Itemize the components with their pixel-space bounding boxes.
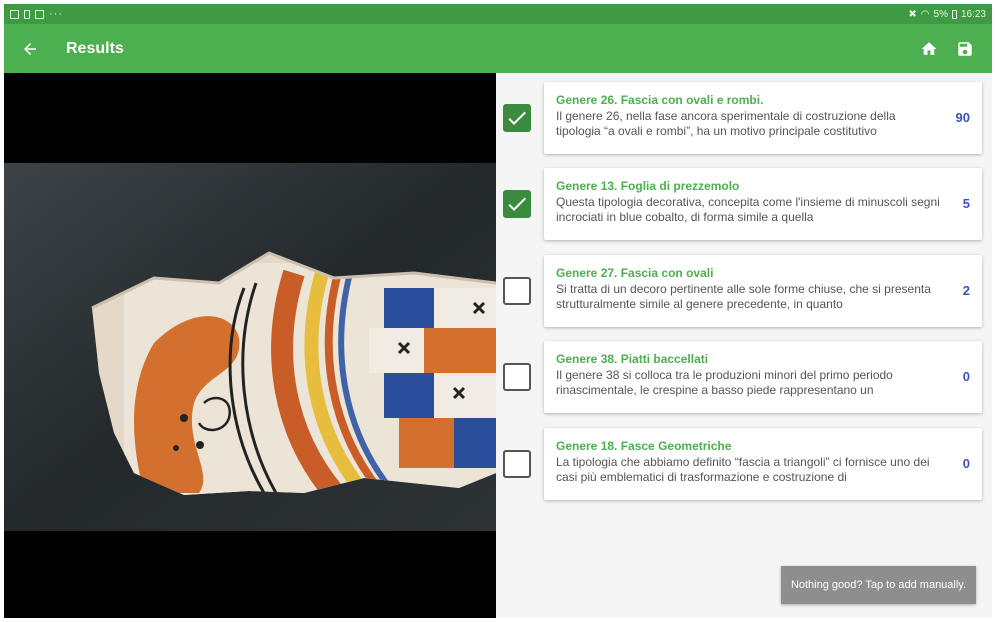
result-card[interactable]: Genere 13. Foglia di prezzemolo Questa t…: [544, 168, 982, 240]
page-title: Results: [66, 39, 124, 57]
result-row: Genere 26. Fascia con ovali e rombi. Il …: [496, 82, 992, 154]
result-checkbox[interactable]: [503, 190, 531, 218]
add-manually-button[interactable]: Nothing good? Tap to add manually.: [781, 566, 976, 604]
result-checkbox[interactable]: [503, 450, 531, 478]
add-manually-label: Nothing good? Tap to add manually.: [790, 579, 967, 591]
result-description: Si tratta di un decoro pertinente alle s…: [556, 282, 931, 311]
arrow-back-icon: [24, 42, 36, 55]
battery-percent: 5%: [933, 8, 948, 20]
status-left: ···: [10, 8, 63, 20]
mail-notification-icon: [35, 9, 44, 19]
result-count: 2: [962, 283, 970, 298]
result-description: La tipologia che abbiamo definito “fasci…: [556, 455, 930, 484]
result-title: Genere 13. Foglia di prezzemolo: [556, 179, 740, 193]
battery-notification-icon: [24, 9, 30, 19]
save-button[interactable]: [954, 38, 976, 60]
ceramic-sherd-photo: [4, 73, 496, 618]
back-button[interactable]: [4, 24, 56, 73]
result-count: 90: [955, 110, 970, 125]
mute-icon: ✖: [908, 8, 917, 20]
app-bar-actions: [918, 38, 992, 60]
wifi-icon: ◠: [920, 8, 930, 20]
result-checkbox[interactable]: [503, 277, 531, 305]
check-icon: [508, 111, 526, 125]
result-row: Genere 27. Fascia con ovali Si tratta di…: [496, 255, 992, 327]
result-count: 0: [962, 456, 970, 471]
result-card[interactable]: Genere 38. Piatti baccellati Il genere 3…: [544, 341, 982, 413]
result-checkbox[interactable]: [503, 104, 531, 132]
more-notifications: ···: [49, 8, 63, 20]
results-list: Genere 26. Fascia con ovali e rombi. Il …: [496, 73, 992, 618]
status-right: ✖ ◠ 5% 16:23: [908, 9, 986, 20]
result-checkbox[interactable]: [503, 363, 531, 391]
home-button[interactable]: [918, 38, 940, 60]
status-bar: ··· ✖ ◠ 5% 16:23: [4, 4, 992, 24]
result-card[interactable]: Genere 27. Fascia con ovali Si tratta di…: [544, 255, 982, 327]
result-row: Genere 18. Fasce Geometriche La tipologi…: [496, 428, 992, 500]
result-row: Genere 13. Foglia di prezzemolo Questa t…: [496, 168, 992, 240]
result-description: Questa tipologia decorativa, concepita c…: [556, 195, 940, 224]
result-count: 5: [962, 196, 970, 211]
home-icon: [921, 41, 937, 55]
result-title: Genere 18. Fasce Geometriche: [556, 439, 732, 453]
app-window: ··· ✖ ◠ 5% 16:23 Results Genere 26. Fasc…: [4, 4, 992, 618]
battery-icon: [951, 9, 957, 19]
result-title: Genere 38. Piatti baccellati: [556, 352, 709, 366]
result-title: Genere 26. Fascia con ovali e rombi.: [556, 93, 764, 107]
result-card[interactable]: Genere 18. Fasce Geometriche La tipologi…: [544, 428, 982, 500]
result-description: Il genere 26, nella fase ancora sperimen…: [556, 109, 896, 138]
image-notification-icon: [10, 9, 19, 19]
result-count: 0: [962, 369, 970, 384]
sherd-photo-pane: [4, 73, 496, 618]
clock: 16:23: [960, 8, 986, 20]
result-row: Genere 38. Piatti baccellati Il genere 3…: [496, 341, 992, 413]
save-icon: [958, 41, 972, 56]
result-description: Il genere 38 si colloca tra le produzion…: [556, 368, 893, 397]
result-card[interactable]: Genere 26. Fascia con ovali e rombi. Il …: [544, 82, 982, 154]
check-icon: [508, 197, 526, 211]
result-title: Genere 27. Fascia con ovali: [556, 266, 714, 280]
app-bar: Results: [4, 24, 992, 73]
